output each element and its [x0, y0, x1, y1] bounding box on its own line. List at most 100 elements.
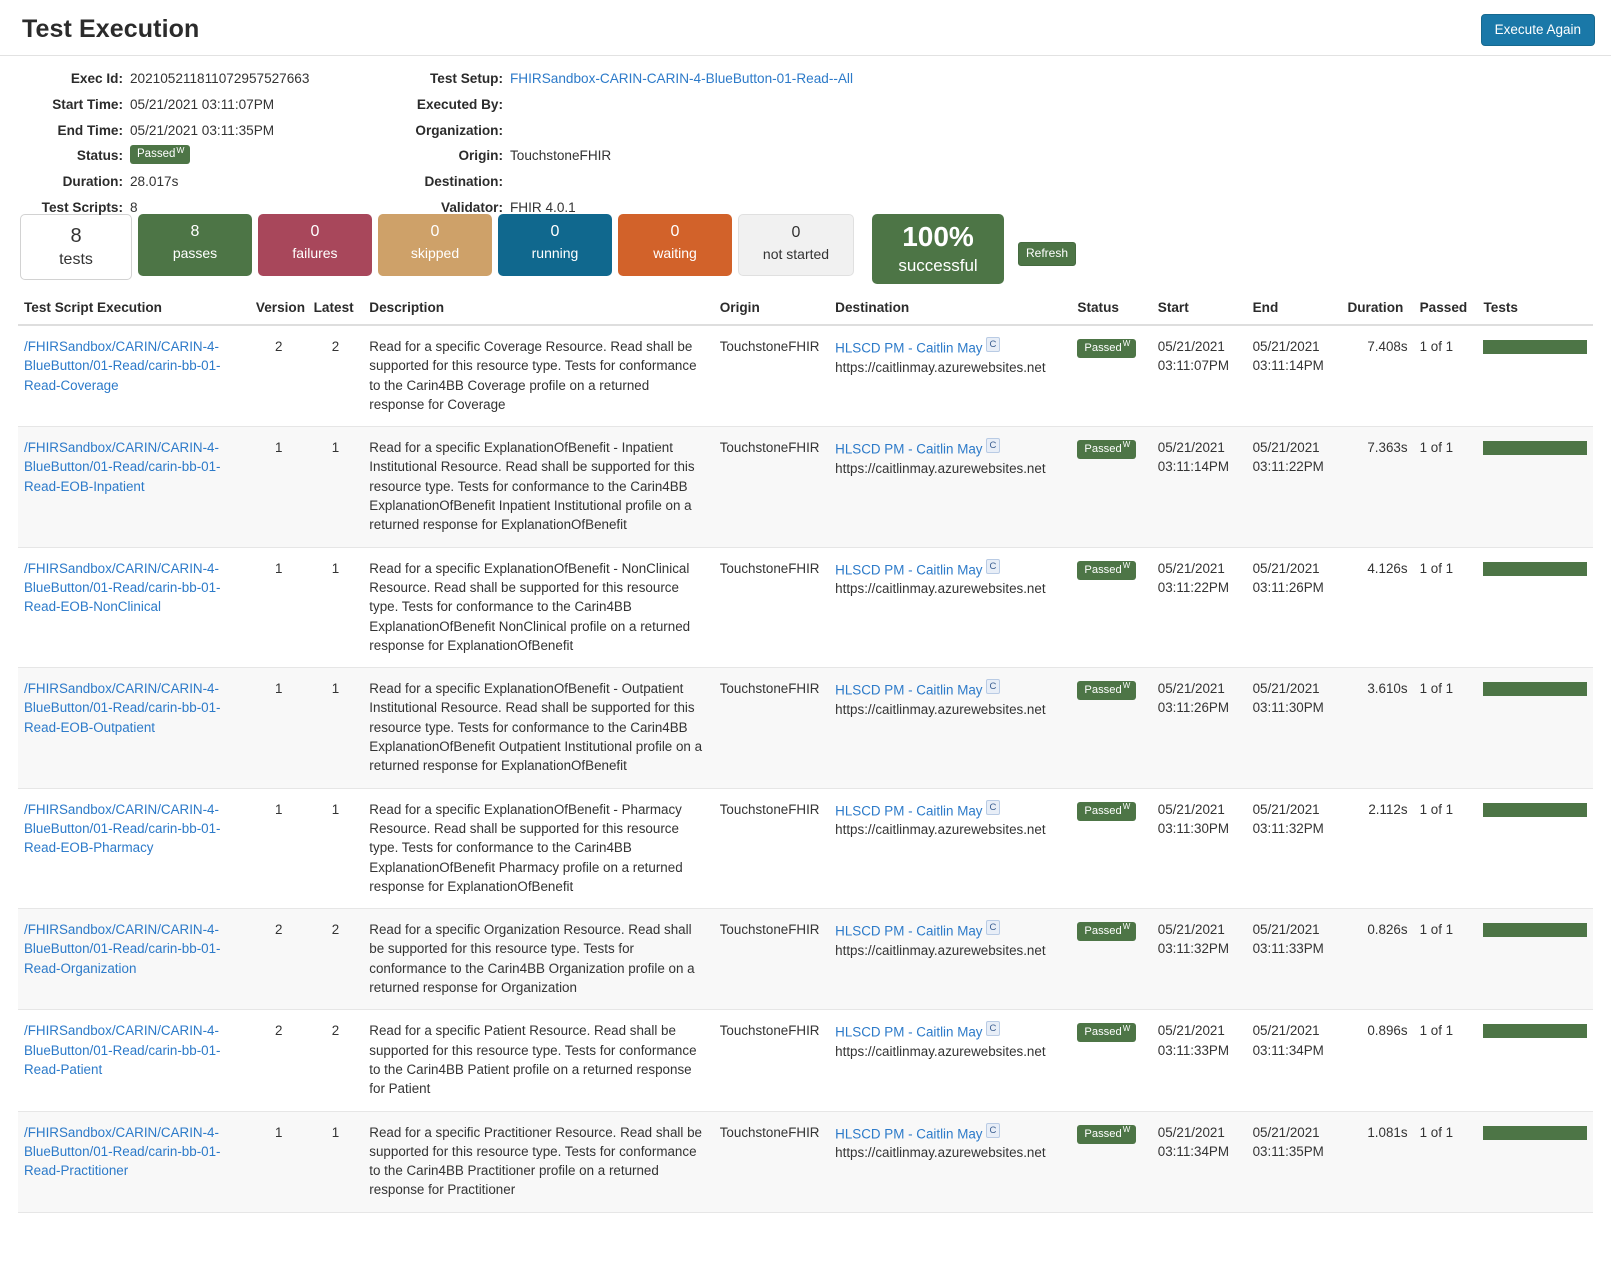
stat-successful-percent: 100% [872, 220, 1004, 254]
cell-tests [1477, 668, 1593, 788]
table-row: /FHIRSandbox/CARIN/CARIN-4-BlueButton/01… [18, 668, 1593, 788]
status-badge-label: Passed [1084, 1128, 1121, 1140]
table-head: Test Script Execution Version Latest Des… [18, 296, 1593, 325]
table-row: /FHIRSandbox/CARIN/CARIN-4-BlueButton/01… [18, 547, 1593, 667]
start-date: 05/21/2021 [1158, 1123, 1241, 1142]
metadata-label: End Time: [0, 122, 130, 140]
column-header-destination[interactable]: Destination [829, 296, 1071, 325]
metadata-row: Test Setup:FHIRSandbox-CARIN-CARIN-4-Blu… [410, 70, 1110, 96]
stat-successful-label: successful [872, 254, 1004, 278]
test-script-link[interactable]: /FHIRSandbox/CARIN/CARIN-4-BlueButton/01… [24, 339, 221, 393]
test-execution-page: Test Execution Execute Again Exec Id:202… [0, 0, 1611, 1272]
destination-url: https://caitlinmay.azurewebsites.net [835, 1143, 1065, 1162]
cell-test-script-execution: /FHIRSandbox/CARIN/CARIN-4-BlueButton/01… [18, 909, 250, 1010]
metadata-label: Organization: [410, 122, 510, 140]
column-header-origin[interactable]: Origin [714, 296, 829, 325]
destination-link[interactable]: HLSCD PM - Caitlin May [835, 1126, 982, 1141]
cell-latest: 2 [308, 1010, 364, 1111]
test-script-link[interactable]: /FHIRSandbox/CARIN/CARIN-4-BlueButton/01… [24, 440, 221, 494]
status-badge-label: Passed [1084, 1026, 1121, 1038]
metadata-value: 05/21/2021 03:11:35PM [130, 122, 274, 140]
start-time: 03:11:30PM [1158, 819, 1241, 838]
tests-progress-track [1483, 803, 1587, 817]
destination-link[interactable]: HLSCD PM - Caitlin May [835, 442, 982, 457]
destination-link[interactable]: HLSCD PM - Caitlin May [835, 1025, 982, 1040]
destination-url: https://caitlinmay.azurewebsites.net [835, 941, 1065, 960]
stat-running-label: running [498, 243, 612, 263]
metadata-value-link[interactable]: FHIRSandbox-CARIN-CARIN-4-BlueButton-01-… [510, 70, 853, 88]
end-date: 05/21/2021 [1253, 800, 1336, 819]
cell-end: 05/21/202103:11:33PM [1247, 909, 1342, 1010]
column-header-version[interactable]: Version [250, 296, 308, 325]
cell-origin: TouchstoneFHIR [714, 668, 829, 788]
cell-duration: 4.126s [1341, 547, 1413, 667]
destination-link[interactable]: HLSCD PM - Caitlin May [835, 924, 982, 939]
stat-tests-label: tests [21, 249, 131, 271]
stat-tests-count: 8 [21, 224, 131, 249]
status-badge-label: Passed [1084, 443, 1121, 455]
table-row: /FHIRSandbox/CARIN/CARIN-4-BlueButton/01… [18, 1010, 1593, 1111]
cell-destination: HLSCD PM - Caitlin MayChttps://caitlinma… [829, 1010, 1071, 1111]
cell-version: 2 [250, 909, 308, 1010]
table-header-row: Test Script Execution Version Latest Des… [18, 296, 1593, 325]
status-badge-label: Passed [1084, 925, 1121, 937]
end-time: 03:11:30PM [1253, 698, 1336, 717]
destination-link[interactable]: HLSCD PM - Caitlin May [835, 562, 982, 577]
destination-url: https://caitlinmay.azurewebsites.net [835, 579, 1065, 598]
destination-url: https://caitlinmay.azurewebsites.net [835, 700, 1065, 719]
cell-status: PassedW [1071, 547, 1151, 667]
destination-link[interactable]: HLSCD PM - Caitlin May [835, 683, 982, 698]
cell-start: 05/21/202103:11:32PM [1152, 909, 1247, 1010]
column-header-test-script-execution[interactable]: Test Script Execution [18, 296, 250, 325]
table-row: /FHIRSandbox/CARIN/CARIN-4-BlueButton/01… [18, 427, 1593, 547]
destination-capability-badge: C [986, 337, 1001, 352]
status-badge-superscript: W [1123, 440, 1131, 449]
stat-failures-label: failures [258, 243, 372, 263]
cell-start: 05/21/202103:11:14PM [1152, 427, 1247, 547]
cell-duration: 7.363s [1341, 427, 1413, 547]
cell-passed: 1 of 1 [1414, 668, 1478, 788]
metadata-value: TouchstoneFHIR [510, 147, 611, 165]
start-time: 03:11:07PM [1158, 356, 1241, 375]
metadata-label: Test Scripts: [0, 199, 130, 217]
test-script-link[interactable]: /FHIRSandbox/CARIN/CARIN-4-BlueButton/01… [24, 922, 221, 976]
column-header-start[interactable]: Start [1152, 296, 1247, 325]
test-script-link[interactable]: /FHIRSandbox/CARIN/CARIN-4-BlueButton/01… [24, 681, 221, 735]
column-header-passed[interactable]: Passed [1414, 296, 1478, 325]
tests-progress-fill [1483, 682, 1587, 696]
test-script-link[interactable]: /FHIRSandbox/CARIN/CARIN-4-BlueButton/01… [24, 1023, 221, 1077]
column-header-status[interactable]: Status [1071, 296, 1151, 325]
metadata-label: Executed By: [410, 96, 510, 114]
tests-progress-fill [1483, 562, 1587, 576]
metadata-column-right: Test Setup:FHIRSandbox-CARIN-CARIN-4-Blu… [410, 70, 1110, 225]
execute-again-button[interactable]: Execute Again [1481, 14, 1595, 46]
cell-test-script-execution: /FHIRSandbox/CARIN/CARIN-4-BlueButton/01… [18, 788, 250, 908]
column-header-latest[interactable]: Latest [308, 296, 364, 325]
stat-not-started-count: 0 [739, 222, 853, 244]
cell-origin: TouchstoneFHIR [714, 909, 829, 1010]
end-time: 03:11:32PM [1253, 819, 1336, 838]
cell-latest: 1 [308, 427, 364, 547]
test-script-link[interactable]: /FHIRSandbox/CARIN/CARIN-4-BlueButton/01… [24, 1125, 221, 1179]
column-header-end[interactable]: End [1247, 296, 1342, 325]
page-header: Test Execution Execute Again [0, 0, 1611, 56]
destination-link[interactable]: HLSCD PM - Caitlin May [835, 340, 982, 355]
column-header-duration[interactable]: Duration [1341, 296, 1413, 325]
start-date: 05/21/2021 [1158, 438, 1241, 457]
status-badge: PassedW [1077, 339, 1136, 358]
refresh-button[interactable]: Refresh [1018, 242, 1076, 266]
column-header-tests[interactable]: Tests [1477, 296, 1593, 325]
column-header-description[interactable]: Description [363, 296, 713, 325]
metadata-row: Status:PassedW [0, 147, 410, 173]
end-time: 03:11:33PM [1253, 939, 1336, 958]
destination-link[interactable]: HLSCD PM - Caitlin May [835, 803, 982, 818]
test-script-link[interactable]: /FHIRSandbox/CARIN/CARIN-4-BlueButton/01… [24, 561, 221, 615]
cell-description: Read for a specific ExplanationOfBenefit… [363, 427, 713, 547]
cell-status: PassedW [1071, 1111, 1151, 1212]
cell-status: PassedW [1071, 325, 1151, 427]
test-script-link[interactable]: /FHIRSandbox/CARIN/CARIN-4-BlueButton/01… [24, 802, 221, 856]
status-badge: PassedW [1077, 802, 1136, 821]
cell-origin: TouchstoneFHIR [714, 1111, 829, 1212]
cell-description: Read for a specific Patient Resource. Re… [363, 1010, 713, 1111]
cell-origin: TouchstoneFHIR [714, 788, 829, 908]
